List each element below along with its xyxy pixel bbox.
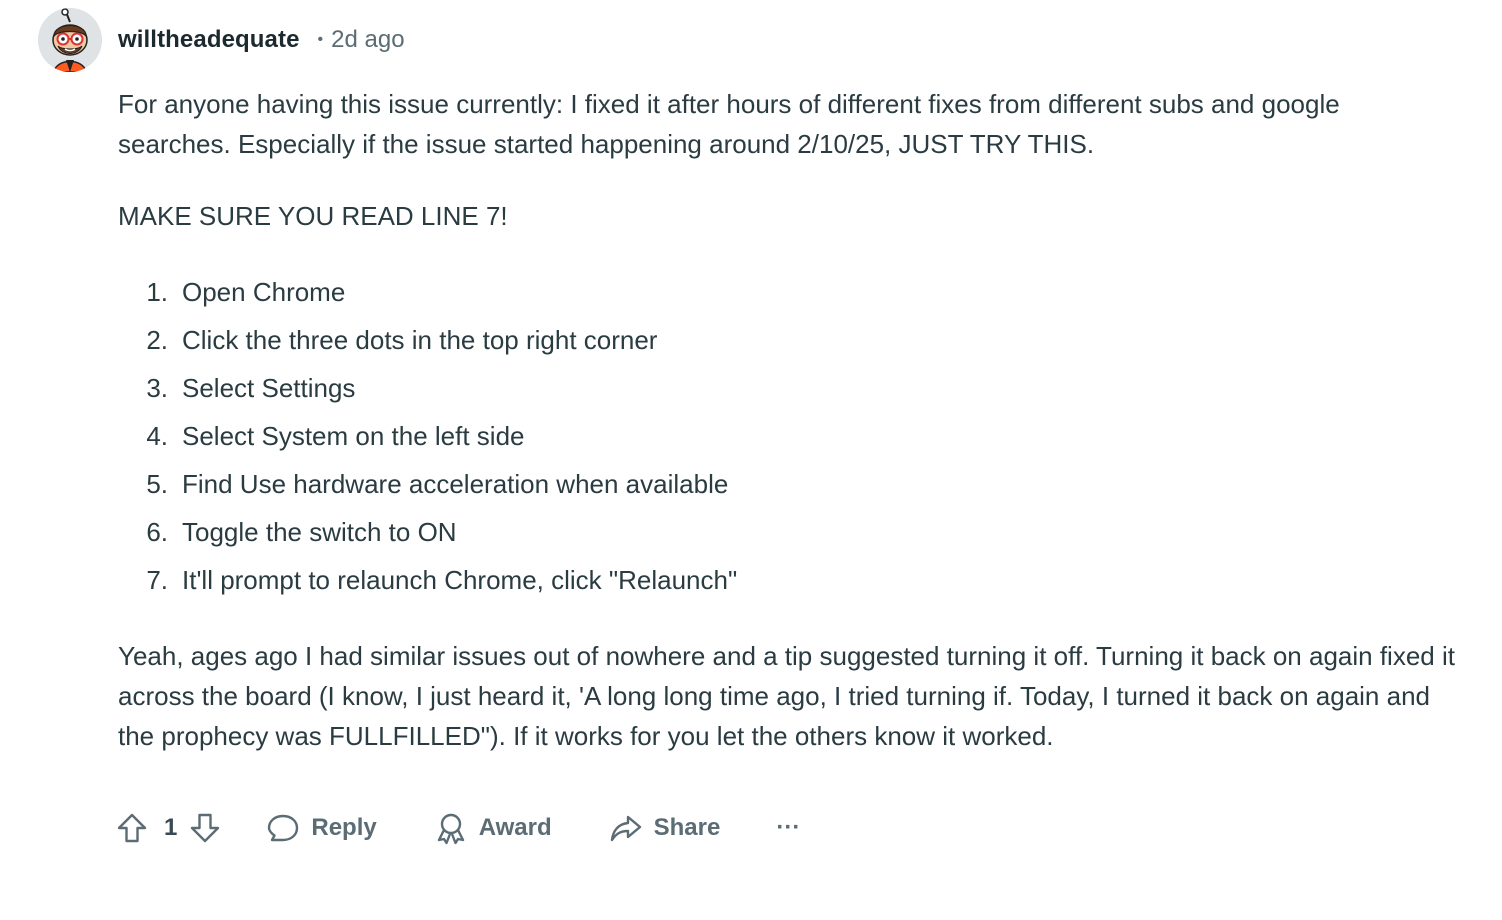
list-item: 7. It'll prompt to relaunch Chrome, click…: [118, 556, 1458, 604]
avatar[interactable]: [38, 8, 102, 72]
list-item-text: Find Use hardware acceleration when avai…: [182, 469, 729, 499]
steps-list: 1. Open Chrome 2. Click the three dots in …: [118, 268, 1458, 604]
comment-paragraph-intro: For anyone having this issue currently: …: [118, 89, 1340, 159]
meta-separator: •: [317, 31, 324, 48]
comment-paragraph-emphasis: MAKE SURE YOU READ LINE 7!: [118, 201, 508, 231]
list-item: 3. Select Settings: [118, 364, 1458, 412]
snoo-avatar-icon: [38, 8, 102, 72]
list-item-text: Open Chrome: [182, 277, 346, 307]
reply-label: Reply: [311, 814, 377, 841]
ellipsis-icon: ···: [776, 814, 801, 841]
upvote-button[interactable]: [114, 810, 150, 846]
comment: willtheadequate • 2d ago For anyone havi…: [0, 0, 1502, 920]
list-item-text: Select System on the left side: [182, 421, 525, 451]
award-label: Award: [478, 814, 552, 841]
comment-action-bar: 1 Reply Award Share ···: [114, 806, 800, 850]
list-item-text: Toggle the switch to ON: [182, 517, 457, 547]
list-item-text: Click the three dots in the top right co…: [182, 325, 658, 355]
speech-bubble-icon: [268, 814, 299, 842]
comment-body: For anyone having this issue currently: …: [118, 84, 1458, 756]
list-item-number: 7.: [146, 565, 168, 595]
list-item-number: 1.: [146, 277, 168, 307]
list-item-number: 3.: [146, 373, 168, 403]
vote-count: 1: [164, 814, 178, 841]
list-item: 2. Click the three dots in the top right …: [118, 316, 1458, 364]
list-item: 4. Select System on the left side: [118, 412, 1458, 460]
list-item: 6. Toggle the switch to ON: [118, 508, 1458, 556]
list-item: 1. Open Chrome: [118, 268, 1458, 316]
list-item-number: 4.: [146, 421, 168, 451]
list-item: 5. Find Use hardware acceleration when av…: [118, 460, 1458, 508]
timestamp[interactable]: 2d ago: [331, 26, 404, 54]
list-item-number: 5.: [146, 469, 168, 499]
list-item-text: Select Settings: [182, 373, 356, 403]
downvote-button[interactable]: [187, 810, 223, 846]
award-button[interactable]: Award: [433, 810, 552, 846]
share-button[interactable]: Share: [608, 810, 721, 846]
reply-button[interactable]: Reply: [265, 810, 377, 846]
share-arrow-icon: [610, 815, 641, 842]
comment-paragraph-closing: Yeah, ages ago I had similar issues out …: [118, 641, 1455, 751]
comment-header: willtheadequate • 2d ago: [118, 22, 405, 58]
more-options-button[interactable]: ···: [776, 814, 800, 842]
vote-group: 1: [114, 810, 223, 846]
username[interactable]: willtheadequate: [118, 26, 300, 54]
list-item-number: 2.: [146, 325, 168, 355]
upvote-arrow-icon: [117, 813, 147, 843]
list-item-text: It'll prompt to relaunch Chrome, click "…: [182, 565, 738, 595]
award-ribbon-icon: [437, 813, 464, 845]
downvote-arrow-icon: [191, 813, 220, 843]
share-label: Share: [653, 814, 721, 841]
list-item-number: 6.: [146, 517, 168, 547]
